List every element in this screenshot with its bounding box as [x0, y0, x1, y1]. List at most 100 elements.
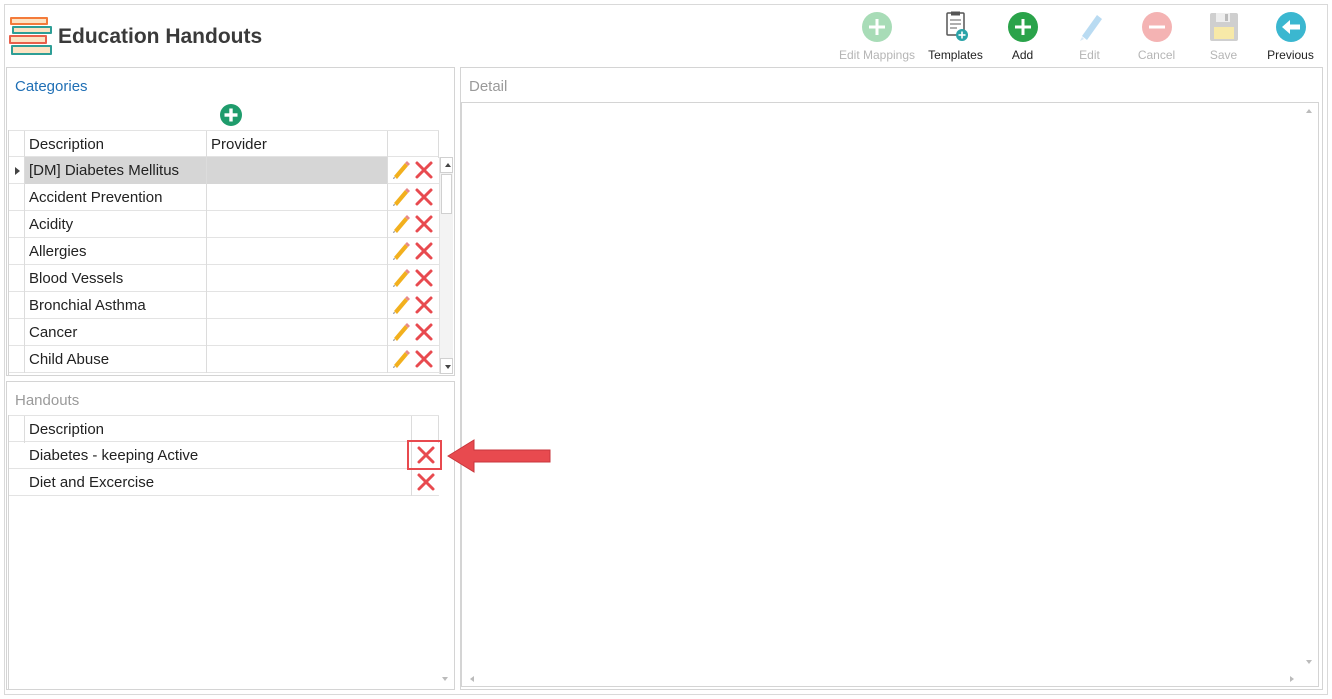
scroll-left-arrow-icon[interactable] — [468, 675, 476, 683]
cell-provider[interactable] — [207, 184, 388, 211]
add-button[interactable]: Add — [989, 8, 1056, 64]
cell-description[interactable]: Blood Vessels — [25, 265, 207, 292]
row-indicator[interactable] — [9, 319, 25, 346]
row-indicator[interactable] — [9, 157, 25, 184]
column-header-actions — [388, 131, 439, 158]
handouts-title: Handouts — [15, 392, 80, 409]
scroll-down-button[interactable] — [440, 358, 453, 374]
column-header-description[interactable]: Description — [25, 416, 412, 443]
row-indicator[interactable] — [9, 211, 25, 238]
table-row[interactable]: Cancer — [9, 319, 439, 346]
cell-provider[interactable] — [207, 265, 388, 292]
previous-label: Previous — [1267, 48, 1314, 62]
row-actions — [388, 265, 439, 292]
delete-icon[interactable] — [414, 322, 434, 342]
table-row[interactable]: Allergies — [9, 238, 439, 265]
row-actions — [412, 469, 439, 496]
scroll-right-arrow-icon[interactable] — [1288, 675, 1296, 683]
scroll-thumb[interactable] — [441, 174, 452, 214]
cell-provider[interactable] — [207, 238, 388, 265]
pencil-icon[interactable] — [391, 214, 411, 234]
edit-mappings-button[interactable]: Edit Mappings — [832, 8, 922, 64]
cell-description[interactable]: Child Abuse — [25, 346, 207, 373]
arrow-left-circle-icon — [1275, 12, 1306, 42]
detail-content-area[interactable] — [461, 102, 1319, 687]
column-header-description[interactable]: Description — [25, 131, 207, 158]
delete-icon[interactable] — [414, 214, 434, 234]
scroll-down-arrow-icon[interactable] — [1305, 658, 1313, 666]
cell-description[interactable]: Accident Prevention — [25, 184, 207, 211]
row-indicator-header — [9, 416, 25, 443]
row-indicator[interactable] — [9, 346, 25, 373]
row-indicator[interactable] — [9, 292, 25, 319]
previous-button[interactable]: Previous — [1257, 8, 1324, 64]
pencil-icon — [1079, 15, 1102, 41]
row-actions — [388, 346, 439, 373]
table-row[interactable]: Diet and Excercise — [9, 469, 439, 496]
cell-provider[interactable] — [207, 292, 388, 319]
table-row[interactable]: Bronchial Asthma — [9, 292, 439, 319]
edit-button[interactable]: Edit — [1056, 8, 1123, 64]
cell-description[interactable]: Diabetes - keeping Active — [25, 442, 412, 469]
cell-provider[interactable] — [207, 211, 388, 238]
delete-icon[interactable] — [414, 160, 434, 180]
categories-header-row: Description Provider — [9, 130, 439, 158]
scroll-up-button[interactable] — [440, 157, 453, 173]
delete-icon[interactable] — [414, 349, 434, 369]
template-document-icon — [945, 11, 968, 41]
cell-provider[interactable] — [207, 346, 388, 373]
row-actions — [388, 319, 439, 346]
pencil-icon[interactable] — [391, 160, 411, 180]
books-stack-icon — [9, 17, 52, 55]
pencil-icon[interactable] — [391, 322, 411, 342]
categories-scrollbar[interactable] — [439, 157, 453, 374]
pencil-icon[interactable] — [391, 241, 411, 261]
pencil-icon[interactable] — [391, 187, 411, 207]
cell-description[interactable]: Diet and Excercise — [25, 469, 412, 496]
save-label: Save — [1209, 48, 1238, 62]
cancel-button[interactable]: Cancel — [1123, 8, 1190, 64]
cell-description[interactable]: Acidity — [25, 211, 207, 238]
templates-button[interactable]: Templates — [922, 8, 989, 64]
delete-icon[interactable] — [414, 187, 434, 207]
cancel-label: Cancel — [1137, 48, 1176, 62]
table-row[interactable]: Diabetes - keeping Active — [9, 442, 439, 469]
row-actions — [388, 211, 439, 238]
cell-description[interactable]: Bronchial Asthma — [25, 292, 207, 319]
table-row[interactable]: Accident Prevention — [9, 184, 439, 211]
categories-title: Categories — [15, 78, 88, 95]
add-label: Add — [1011, 48, 1034, 62]
highlight-box — [407, 440, 442, 470]
row-indicator[interactable] — [9, 238, 25, 265]
table-row[interactable]: Blood Vessels — [9, 265, 439, 292]
pencil-icon[interactable] — [391, 268, 411, 288]
current-row-arrow-icon — [15, 167, 20, 175]
pencil-icon[interactable] — [391, 349, 411, 369]
delete-icon[interactable] — [414, 241, 434, 261]
cell-provider[interactable] — [207, 319, 388, 346]
cell-description[interactable]: [DM] Diabetes Mellitus — [25, 157, 207, 184]
scroll-down-arrow-icon[interactable] — [441, 675, 449, 683]
delete-icon[interactable] — [414, 268, 434, 288]
plus-circle-icon — [862, 12, 892, 42]
detail-title: Detail — [469, 78, 508, 95]
row-indicator[interactable] — [9, 184, 25, 211]
table-row[interactable]: Acidity — [9, 211, 439, 238]
cell-description[interactable]: Cancer — [25, 319, 207, 346]
row-indicator[interactable] — [9, 265, 25, 292]
delete-icon[interactable] — [416, 472, 436, 492]
plus-circle-icon — [1007, 12, 1038, 42]
handouts-header-row: Description — [9, 415, 439, 443]
scroll-up-arrow-icon[interactable] — [1305, 107, 1313, 115]
column-header-provider[interactable]: Provider — [207, 131, 388, 158]
pencil-icon[interactable] — [391, 295, 411, 315]
add-category-plus-icon[interactable] — [219, 103, 243, 127]
save-button[interactable]: Save — [1190, 8, 1257, 64]
cell-description[interactable]: Allergies — [25, 238, 207, 265]
cell-provider[interactable] — [207, 157, 388, 184]
delete-icon[interactable] — [414, 295, 434, 315]
templates-label: Templates — [928, 48, 983, 62]
row-actions — [388, 184, 439, 211]
table-row[interactable]: Child Abuse — [9, 346, 439, 373]
table-row[interactable]: [DM] Diabetes Mellitus — [9, 157, 439, 184]
